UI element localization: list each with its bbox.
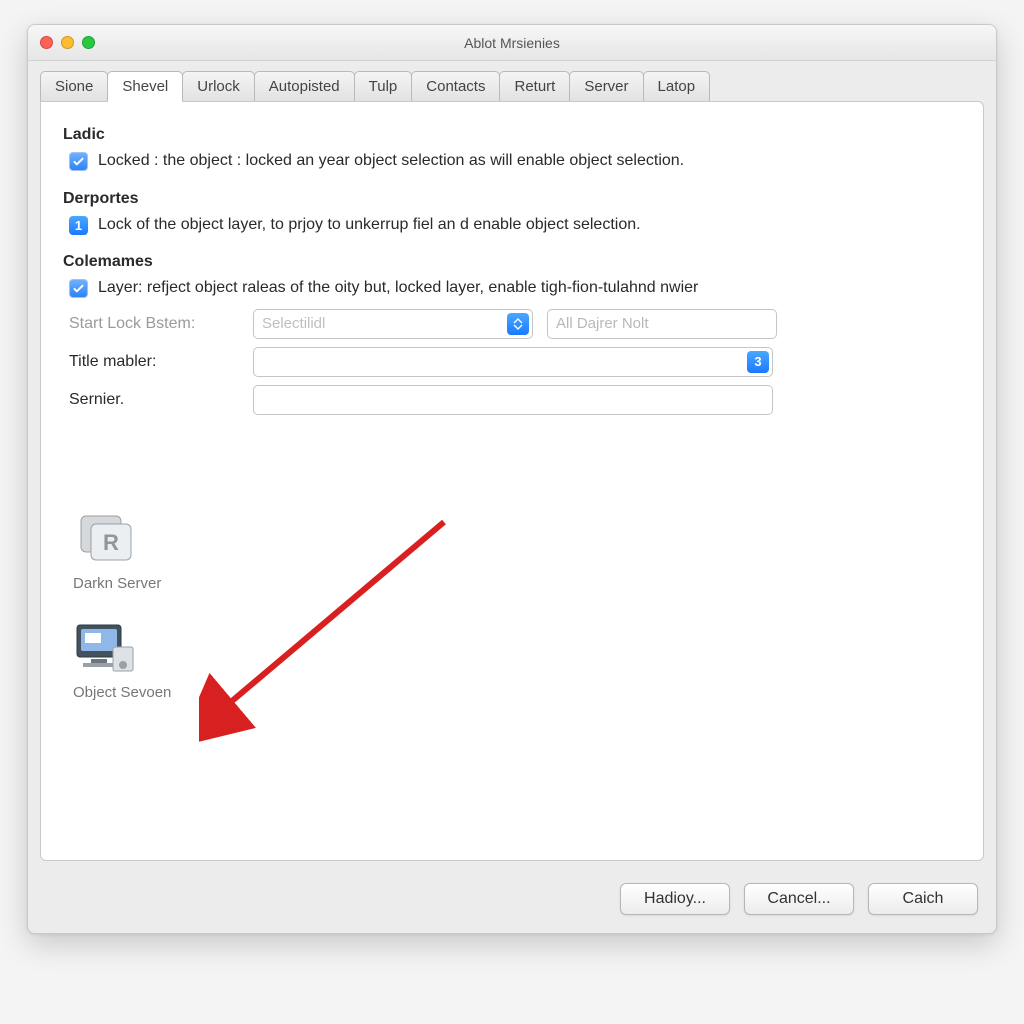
object-sevoen-item[interactable]: Object Sevoen [63,618,961,701]
start-lock-label: Start Lock Bstem: [69,315,239,333]
derportes-badge: 1 [69,216,88,235]
check-icon [72,155,85,168]
start-lock-row: Start Lock Bstem: Selectilidl All Dajrer… [63,309,961,339]
sernier-input[interactable] [253,385,773,415]
tab-bar: Sione Shevel Urlock Autopisted Tulp Cont… [28,61,996,101]
ladic-row: Locked : the object : locked an year obj… [63,150,961,172]
select-stepper-icon [507,313,529,335]
object-sevoen-label: Object Sevoen [73,684,171,701]
section-colemames-title: Colemames [63,253,961,271]
tab-contacts[interactable]: Contacts [411,71,500,101]
stepper-value: 3 [747,351,769,373]
tab-server[interactable]: Server [569,71,643,101]
ok-button[interactable]: Caich [868,883,978,915]
start-lock-text-placeholder: All Dajrer Nolt [556,315,649,332]
start-lock-select-value: Selectilidl [262,315,325,332]
darkn-server-label: Darkn Server [73,575,161,592]
derportes-row: 1 Lock of the object layer, to prjoy to … [63,214,961,236]
tab-tulp[interactable]: Tulp [354,71,413,101]
cancel-button[interactable]: Cancel... [744,883,854,915]
apply-button[interactable]: Hadioy... [620,883,730,915]
window-title: Ablot Mrsienies [28,35,996,51]
tab-sione[interactable]: Sione [40,71,108,101]
tab-autopisted[interactable]: Autopisted [254,71,355,101]
tab-latop[interactable]: Latop [643,71,711,101]
tab-urlock[interactable]: Urlock [182,71,255,101]
sernier-row: Sernier. [63,385,961,415]
dialog-footer: Hadioy... Cancel... Caich [28,873,996,933]
titlebar: Ablot Mrsienies [28,25,996,61]
colemames-text: Layer: refject object raleas of the oity… [98,277,698,299]
title-mabler-label: Title mabler: [69,353,239,371]
title-mabler-stepper[interactable]: 3 [253,347,773,377]
object-sevoen-icon [73,618,137,676]
section-ladic-title: Ladic [63,126,961,144]
start-lock-select[interactable]: Selectilidl [253,309,533,339]
darkn-server-item[interactable]: R Darkn Server [63,509,961,592]
check-icon [72,282,85,295]
svg-text:R: R [103,530,119,555]
sernier-label: Sernier. [69,391,239,409]
section-derportes-title: Derportes [63,190,961,208]
colemames-checkbox[interactable] [69,279,88,298]
derportes-text: Lock of the object layer, to prjoy to un… [98,214,641,236]
tab-returt[interactable]: Returt [499,71,570,101]
colemames-row: Layer: refject object raleas of the oity… [63,277,961,299]
tab-panel: Ladic Locked : the object : locked an ye… [40,101,984,861]
ladic-checkbox[interactable] [69,152,88,171]
ladic-text: Locked : the object : locked an year obj… [98,150,684,172]
darkn-server-icon: R [73,509,137,567]
title-mabler-row: Title mabler: 3 [63,347,961,377]
tab-shevel[interactable]: Shevel [107,71,183,102]
start-lock-text[interactable]: All Dajrer Nolt [547,309,777,339]
preferences-window: Ablot Mrsienies Sione Shevel Urlock Auto… [27,24,997,934]
